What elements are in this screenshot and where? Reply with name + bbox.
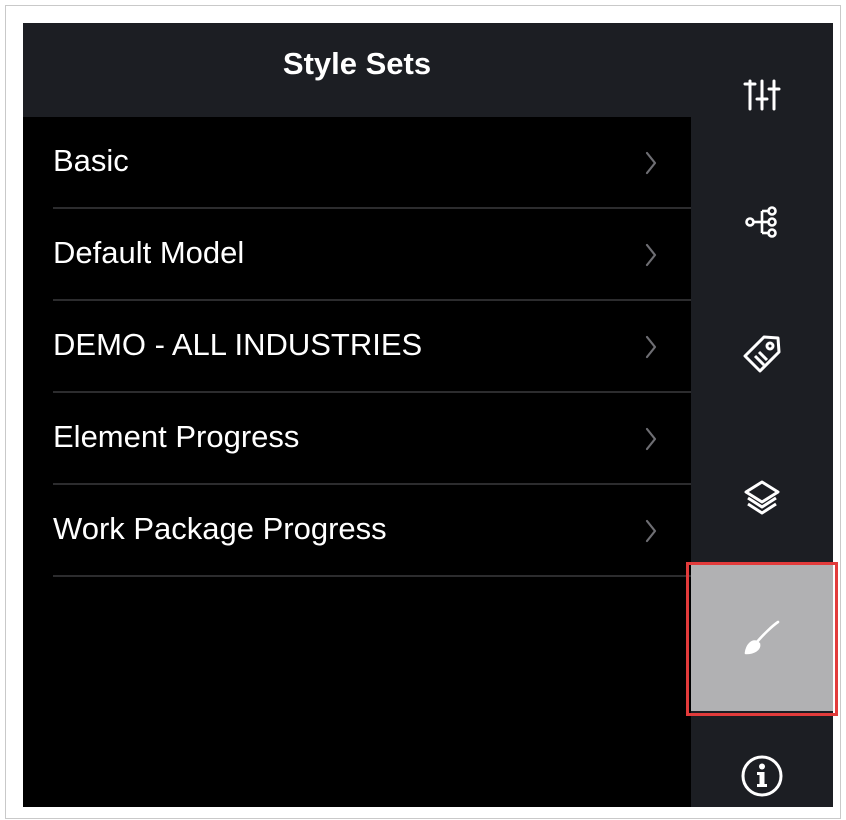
style-set-label: Element Progress — [53, 419, 300, 454]
style-set-item-basic[interactable]: Basic — [23, 117, 691, 209]
info-button[interactable] — [691, 705, 833, 807]
style-sets-button[interactable] — [691, 565, 833, 711]
style-set-list: Basic Default Model DEMO - ALL INDUSTRIE… — [23, 117, 691, 577]
filters-button[interactable] — [691, 23, 833, 165]
hierarchy-icon — [745, 206, 777, 238]
style-set-label: Work Package Progress — [53, 511, 387, 546]
sliders-icon — [743, 79, 781, 111]
style-set-item-work-package-progress[interactable]: Work Package Progress — [23, 485, 691, 577]
style-set-item-element-progress[interactable]: Element Progress — [23, 393, 691, 485]
style-set-item-default-model[interactable]: Default Model — [23, 209, 691, 301]
paintbrush-icon — [744, 620, 780, 655]
chevron-right-icon — [645, 427, 657, 451]
tag-icon — [743, 335, 781, 373]
chevron-right-icon — [645, 151, 657, 175]
chevron-right-icon — [645, 335, 657, 359]
layers-button[interactable] — [691, 427, 833, 569]
chevron-right-icon — [645, 519, 657, 543]
hierarchy-button[interactable] — [691, 151, 833, 293]
style-sets-app: Style Sets Basic Default Model DEMO - AL… — [23, 23, 833, 807]
style-set-label: Default Model — [53, 235, 245, 270]
style-set-item-demo-all-industries[interactable]: DEMO - ALL INDUSTRIES — [23, 301, 691, 393]
chevron-right-icon — [645, 243, 657, 267]
side-toolbar — [691, 23, 833, 807]
panel-title: Style Sets — [282, 46, 432, 81]
panel-header: Style Sets — [23, 23, 691, 117]
layers-icon — [744, 480, 780, 515]
info-icon — [741, 755, 783, 797]
style-set-label: DEMO - ALL INDUSTRIES — [53, 327, 423, 362]
style-set-label: Basic — [53, 143, 129, 178]
tags-button[interactable] — [691, 283, 833, 425]
